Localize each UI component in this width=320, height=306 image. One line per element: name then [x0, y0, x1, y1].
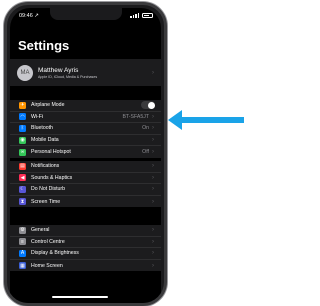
settings-row-display-brightness[interactable]: A Display & Brightness ›: [10, 248, 161, 260]
notifications-group: ▤ Notifications › ◀ Sounds & Haptics › ☾ Do Not…: [10, 161, 161, 208]
row-label: Sounds & Haptics: [31, 174, 73, 181]
settings-row-notifications[interactable]: ▤ Notifications ›: [10, 161, 161, 173]
chevron-right-icon: ›: [152, 186, 154, 193]
brightness-icon: A: [19, 249, 26, 257]
grid-icon: ▦: [19, 262, 26, 270]
row-label: Screen Time: [31, 198, 61, 205]
bell-icon: ▤: [19, 162, 26, 170]
airplane-icon: ✈: [19, 101, 26, 109]
row-value: On: [142, 125, 149, 132]
chevron-right-icon: ›: [152, 113, 154, 120]
gear-icon: ⚙: [19, 226, 26, 234]
general-group: ⚙ General › ≡ Control Centre › A Display & Brig…: [10, 225, 161, 272]
notch: [50, 8, 122, 20]
settings-row-do-not-disturb[interactable]: ☾ Do Not Disturb ›: [10, 184, 161, 196]
chevron-right-icon: ›: [152, 227, 154, 234]
profile-name: Matthew Ayris: [38, 66, 79, 74]
home-indicator[interactable]: [52, 296, 108, 298]
page-title: Settings: [18, 38, 70, 53]
settings-row-wi-fi[interactable]: ◠ Wi-Fi BT-SFA5JT ›: [10, 112, 161, 124]
wifi-icon: ◠: [19, 113, 26, 121]
battery-icon: [142, 13, 153, 18]
chevron-right-icon: ›: [152, 149, 154, 156]
profile-row[interactable]: MA Matthew Ayris Apple ID, iCloud, Media…: [10, 59, 161, 86]
row-label: Home Screen: [31, 262, 63, 269]
settings-row-sounds-haptics[interactable]: ◀ Sounds & Haptics ›: [10, 173, 161, 185]
chevron-right-icon: ›: [152, 262, 154, 269]
settings-row-personal-hotspot[interactable]: ∞ Personal Hotspot Off ›: [10, 146, 161, 158]
airplane-mode-toggle[interactable]: [141, 101, 155, 110]
hotspot-icon: ∞: [19, 148, 26, 156]
settings-row-control-centre[interactable]: ≡ Control Centre ›: [10, 237, 161, 249]
chevron-right-icon: ›: [152, 125, 154, 132]
connectivity-group: ✈ Airplane Mode ◠ Wi-Fi BT-SFA5JT › ᛒ Bluetooth…: [10, 100, 161, 158]
row-label: Wi-Fi: [31, 113, 44, 120]
profile-group: MA Matthew Ayris Apple ID, iCloud, Media…: [10, 59, 161, 86]
settings-row-mobile-data[interactable]: ◉ Mobile Data ›: [10, 135, 161, 147]
row-label: Mobile Data: [31, 137, 59, 144]
row-label: Notifications: [31, 163, 60, 170]
row-label: Control Centre: [31, 238, 65, 245]
phone-frame: 09:46 ↗ Settings MA Matthew Ayris Apple …: [4, 2, 167, 306]
row-value: BT-SFA5JT: [122, 113, 149, 120]
row-label: General: [31, 227, 50, 234]
settings-row-airplane-mode[interactable]: ✈ Airplane Mode: [10, 100, 161, 112]
status-time: 09:46 ↗: [19, 13, 39, 19]
row-label: Display & Brightness: [31, 250, 79, 257]
chevron-right-icon: ›: [152, 69, 154, 76]
settings-row-home-screen[interactable]: ▦ Home Screen ›: [10, 260, 161, 272]
profile-subtitle: Apple ID, iCloud, Media & Purchases: [38, 74, 98, 79]
chevron-right-icon: ›: [152, 137, 154, 144]
settings-row-bluetooth[interactable]: ᛒ Bluetooth On ›: [10, 123, 161, 135]
hourglass-icon: ⧗: [19, 198, 26, 206]
status-bar: 09:46 ↗: [10, 8, 161, 22]
row-label: Airplane Mode: [31, 102, 65, 109]
row-label: Do Not Disturb: [31, 186, 66, 193]
settings-row-general[interactable]: ⚙ General ›: [10, 225, 161, 237]
bluetooth-icon: ᛒ: [19, 124, 26, 132]
row-value: Off: [142, 149, 149, 156]
row-label: Bluetooth: [31, 125, 53, 132]
speaker-icon: ◀: [19, 174, 26, 182]
chevron-right-icon: ›: [152, 174, 154, 181]
avatar: MA: [17, 64, 33, 81]
chevron-right-icon: ›: [152, 198, 154, 205]
row-label: Personal Hotspot: [31, 149, 71, 156]
settings-row-screen-time[interactable]: ⧗ Screen Time ›: [10, 196, 161, 208]
signal-icon: [130, 13, 139, 18]
chevron-right-icon: ›: [152, 250, 154, 257]
moon-icon: ☾: [19, 185, 26, 193]
antenna-icon: ◉: [19, 136, 26, 144]
switches-icon: ≡: [19, 238, 26, 246]
status-icons: [130, 13, 153, 18]
chevron-right-icon: ›: [152, 163, 154, 170]
screen: 09:46 ↗ Settings MA Matthew Ayris Apple …: [10, 8, 161, 303]
pointer-arrow: [168, 110, 244, 130]
chevron-right-icon: ›: [152, 238, 154, 245]
